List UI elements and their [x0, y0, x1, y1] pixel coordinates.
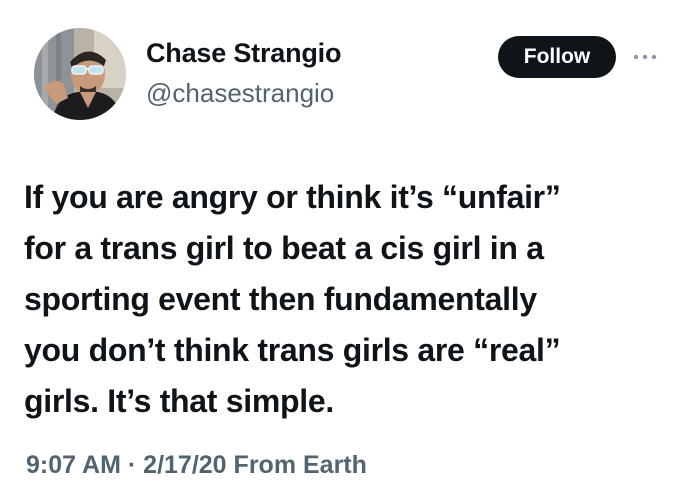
- tweet-date[interactable]: 2/17/20: [143, 451, 226, 479]
- more-horizontal-icon: [633, 54, 657, 60]
- author-name[interactable]: Chase Strangio: [146, 38, 341, 69]
- follow-button[interactable]: Follow: [498, 36, 616, 78]
- tweet-text-line: you don’t think trans girls are “real”: [24, 332, 561, 368]
- author-handle[interactable]: @chasestrangio: [146, 78, 334, 109]
- meta-separator: ·: [127, 451, 137, 479]
- avatar-photo-icon: [34, 28, 126, 120]
- tweet-card: Chase Strangio @chasestrangio Follow If …: [0, 0, 680, 503]
- tweet-source: From Earth: [233, 451, 367, 479]
- tweet-text-line: girls. It’s that simple.: [24, 383, 334, 419]
- tweet-timestamp: 9:07 AM · 2/17/20 From Earth: [26, 451, 367, 480]
- tweet-text-line: for a trans girl to beat a cis girl in a: [24, 230, 544, 266]
- more-options-button[interactable]: [630, 42, 660, 72]
- avatar[interactable]: [34, 28, 126, 120]
- tweet-text-line: If you are angry or think it’s “unfair”: [24, 179, 561, 215]
- tweet-time[interactable]: 9:07 AM: [26, 451, 121, 479]
- tweet-text: If you are angry or think it’s “unfair” …: [24, 172, 664, 427]
- tweet-text-line: sporting event then fundamentally: [24, 281, 537, 317]
